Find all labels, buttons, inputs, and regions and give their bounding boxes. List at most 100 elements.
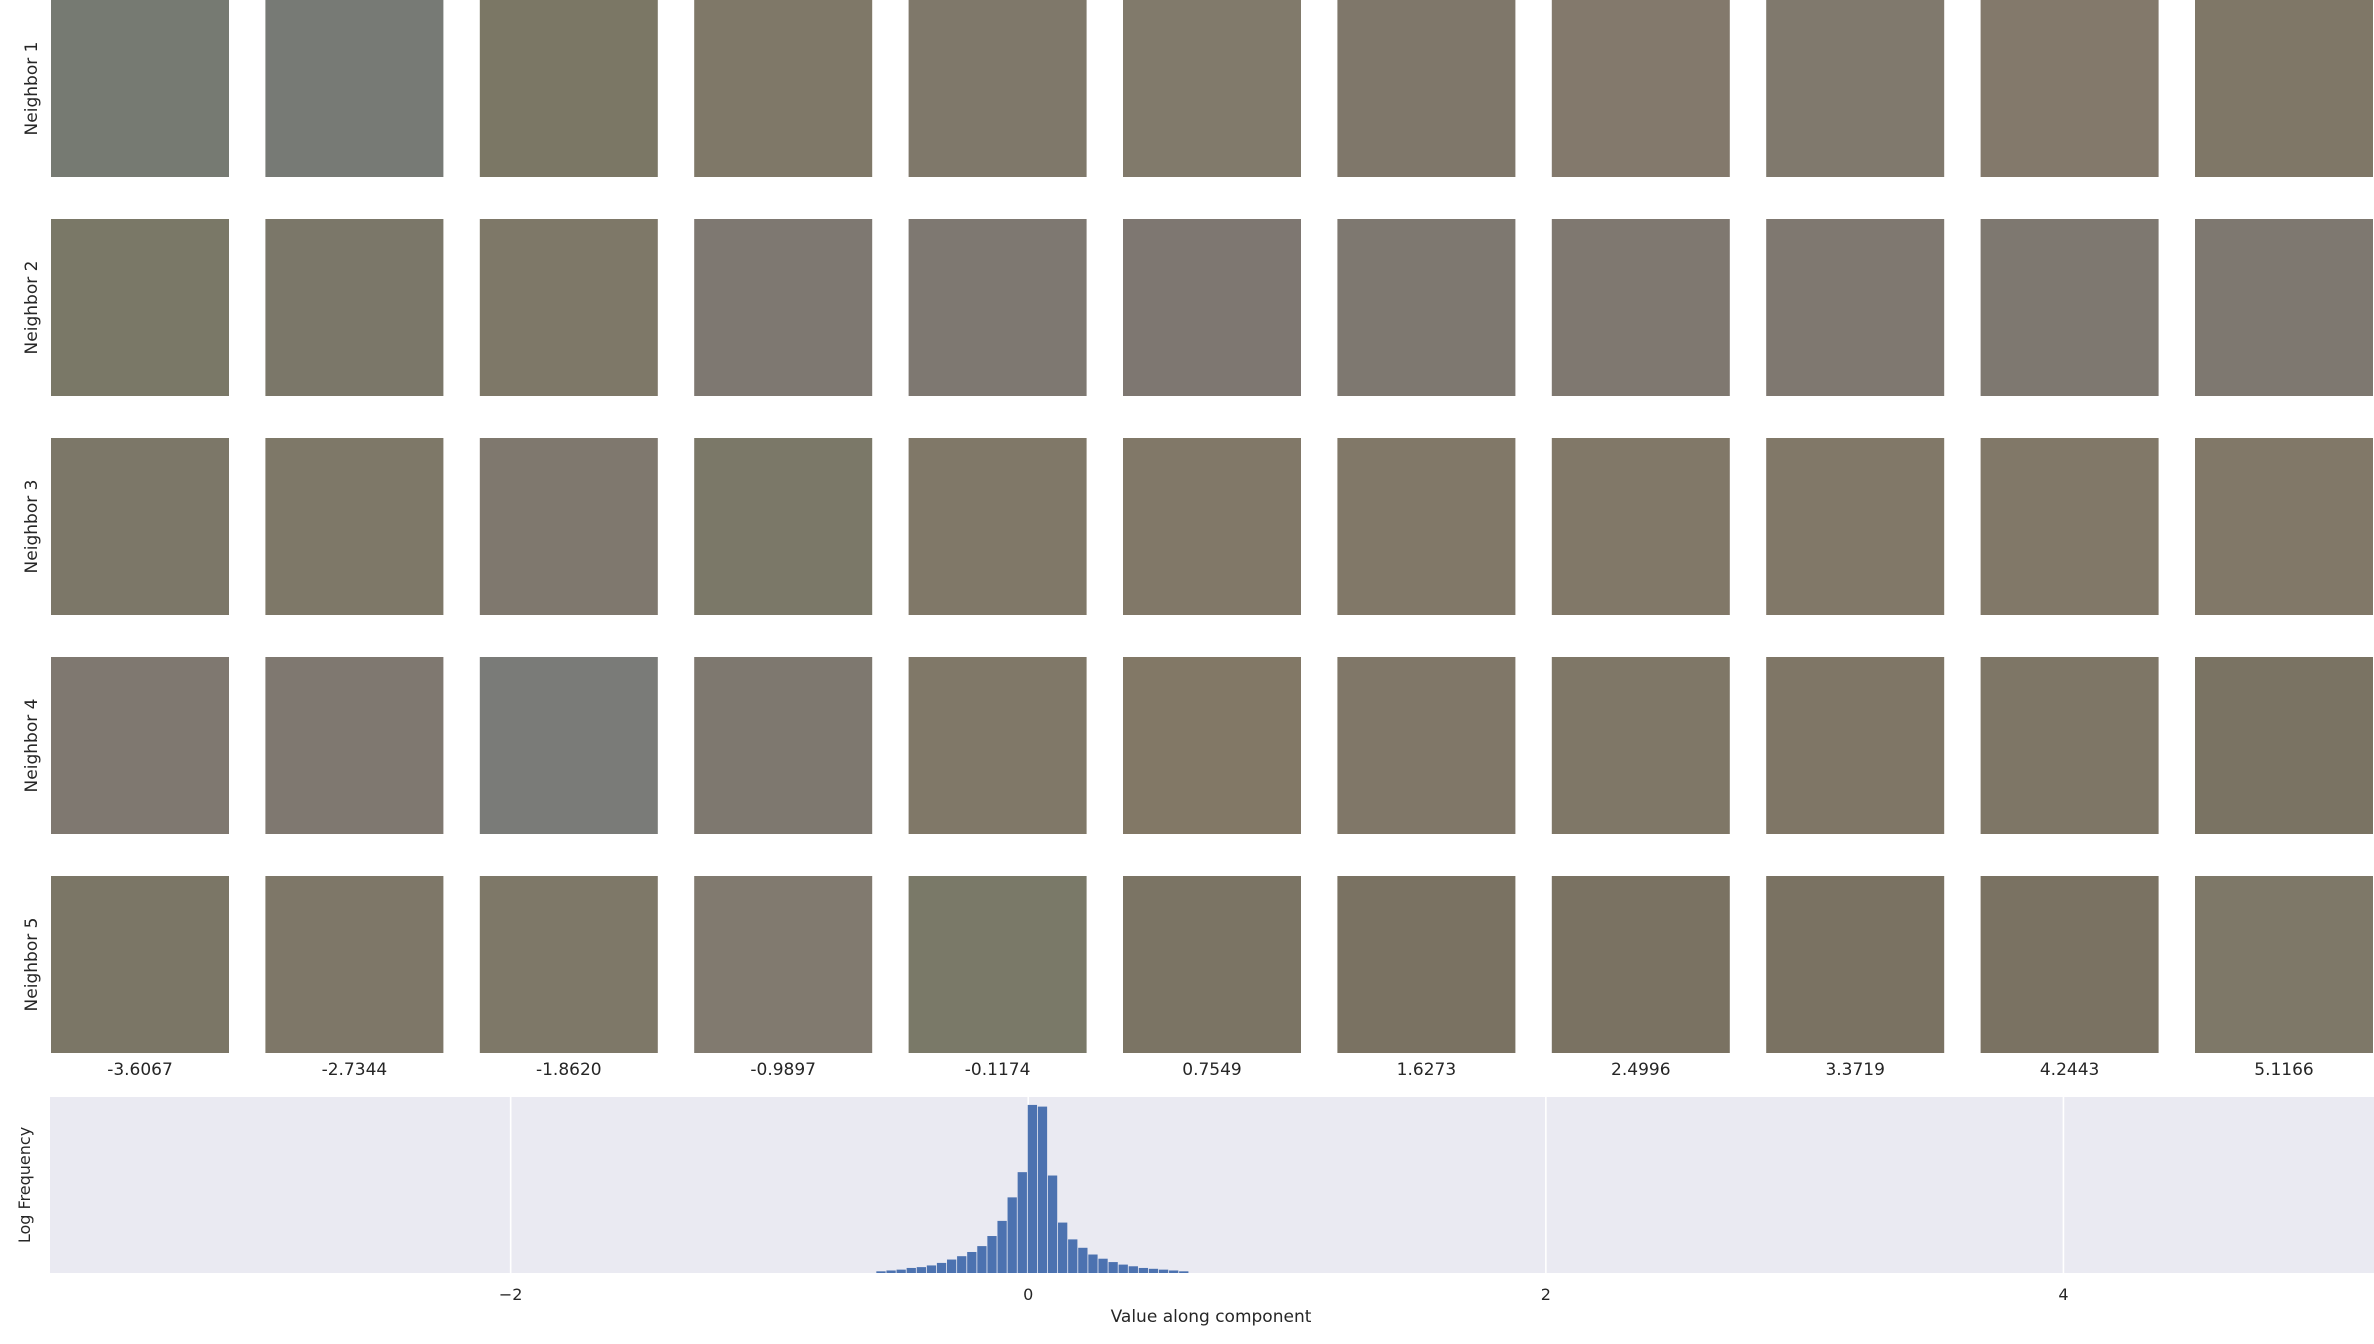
neighbor-tile	[694, 657, 873, 834]
neighbor-tile	[694, 219, 873, 396]
column-value-label: -3.6067	[107, 1060, 173, 1080]
histogram-bar	[886, 1270, 896, 1273]
neighbor-tile	[1551, 0, 1730, 177]
histogram-bar	[1017, 1172, 1027, 1273]
neighbor-tile	[1337, 876, 1516, 1053]
figure: Neighbor 1 Neighbor 2 Neighbor 3 Neighbor 4…	[15, 0, 2374, 1327]
neighbor-tile	[1123, 876, 1301, 1053]
column-value-label: 3.3719	[1825, 1060, 1884, 1080]
neighbor-tile	[1551, 657, 1730, 834]
histogram-bar	[936, 1262, 947, 1273]
neighbor-tile	[1337, 219, 1516, 396]
histogram-bar	[967, 1251, 977, 1273]
neighbor-tile	[694, 0, 873, 177]
neighbor-tile	[1551, 438, 1730, 615]
histogram-bar	[1078, 1247, 1088, 1273]
histogram-bar	[1128, 1266, 1138, 1273]
neighbor-tile	[51, 0, 229, 177]
column-value-label: 1.6273	[1397, 1060, 1456, 1080]
column-value-label: -0.9897	[750, 1060, 816, 1080]
histogram-plot-area	[50, 1097, 2374, 1273]
histogram-bar	[926, 1265, 937, 1273]
neighbor-tile	[1123, 219, 1301, 396]
neighbor-tile	[2195, 0, 2373, 177]
neighbor-tile	[908, 657, 1087, 834]
column-value-label: 5.1166	[2254, 1060, 2313, 1080]
neighbor-tile	[51, 876, 229, 1053]
neighbor-tile	[51, 219, 229, 396]
histogram-bar	[957, 1256, 967, 1273]
histogram-x-tick-label: 2	[1541, 1285, 1551, 1304]
histogram-bar	[1138, 1267, 1149, 1273]
histogram-y-axis-label: Log Frequency	[15, 1127, 34, 1243]
neighbor-tile	[694, 438, 873, 615]
histogram-bar	[1179, 1271, 1189, 1273]
neighbor-tile	[1337, 0, 1516, 177]
histogram-bar	[1108, 1262, 1118, 1273]
histogram-x-tick-label: 4	[2058, 1285, 2068, 1304]
histogram-bar	[1068, 1239, 1078, 1273]
neighbor-tile	[1980, 657, 2159, 834]
neighbor-tile	[1980, 0, 2159, 177]
histogram-bar	[977, 1246, 987, 1273]
neighbor-tile	[1766, 0, 1945, 177]
neighbor-tile	[1766, 219, 1945, 396]
histogram-bar	[1098, 1258, 1108, 1273]
column-value-label: 0.7549	[1182, 1060, 1241, 1080]
row-label: Neighbor 3	[22, 480, 42, 574]
neighbor-tile	[908, 876, 1087, 1053]
histogram-bar	[1169, 1270, 1179, 1273]
column-value-label: 2.4996	[1611, 1060, 1670, 1080]
neighbor-tile	[2195, 438, 2373, 615]
neighbor-tile	[1123, 0, 1301, 177]
histogram: −2 0 2 4 Log Frequency Value along componen…	[15, 1097, 2374, 1327]
histogram-bar	[1058, 1222, 1068, 1273]
histogram-x-ticks: −2 0 2 4	[499, 1285, 2069, 1304]
neighbor-tile	[1980, 438, 2159, 615]
row-label: Neighbor 5	[22, 918, 42, 1012]
neighbor-tile	[2195, 657, 2373, 834]
neighbor-tile	[1337, 657, 1516, 834]
histogram-bar	[1088, 1254, 1098, 1273]
histogram-bar	[1158, 1269, 1169, 1273]
neighbor-tile	[265, 219, 444, 396]
neighbor-tile	[1980, 219, 2159, 396]
neighbor-tile	[908, 438, 1087, 615]
column-value-label: -2.7344	[322, 1060, 388, 1080]
histogram-bar	[896, 1269, 906, 1273]
histogram-bar	[1037, 1106, 1048, 1273]
row-label: Neighbor 4	[22, 699, 42, 793]
neighbor-tile	[479, 876, 658, 1053]
histogram-bar	[1148, 1268, 1159, 1273]
row-label: Neighbor 2	[22, 261, 42, 355]
neighbor-tile	[1551, 219, 1730, 396]
histogram-x-tick-label: 0	[1023, 1285, 1033, 1304]
neighbor-tile	[51, 657, 229, 834]
column-value-label: 4.2443	[2040, 1060, 2099, 1080]
neighbor-tile	[1980, 876, 2159, 1053]
histogram-bar	[1118, 1264, 1128, 1273]
neighbor-tile	[265, 438, 444, 615]
neighbor-tile	[1551, 876, 1730, 1053]
histogram-bar	[946, 1259, 957, 1273]
neighbor-tile	[908, 0, 1087, 177]
histogram-bar	[1007, 1197, 1017, 1273]
column-value-label: -0.1174	[965, 1060, 1031, 1080]
column-value-labels: -3.6067 -2.7344 -1.8620 -0.9897 -0.1174 0.754…	[107, 1060, 2314, 1080]
neighbor-tile	[479, 0, 658, 177]
neighbor-tile	[1766, 657, 1945, 834]
histogram-bar	[1027, 1104, 1038, 1273]
neighbor-tile	[51, 438, 229, 615]
neighbor-tile	[1766, 876, 1945, 1053]
histogram-x-axis-label: Value along component	[1111, 1307, 1312, 1327]
row-labels: Neighbor 1 Neighbor 2 Neighbor 3 Neighbor 4…	[22, 42, 42, 1012]
neighbor-tile	[479, 657, 658, 834]
histogram-bar	[1047, 1175, 1058, 1273]
histogram-bar	[997, 1220, 1007, 1273]
neighbor-tile	[265, 657, 444, 834]
neighbor-tile	[1766, 438, 1945, 615]
neighbor-tile	[2195, 876, 2373, 1053]
neighbor-tile	[265, 0, 444, 177]
histogram-bar	[916, 1267, 927, 1273]
neighbor-tile	[694, 876, 873, 1053]
